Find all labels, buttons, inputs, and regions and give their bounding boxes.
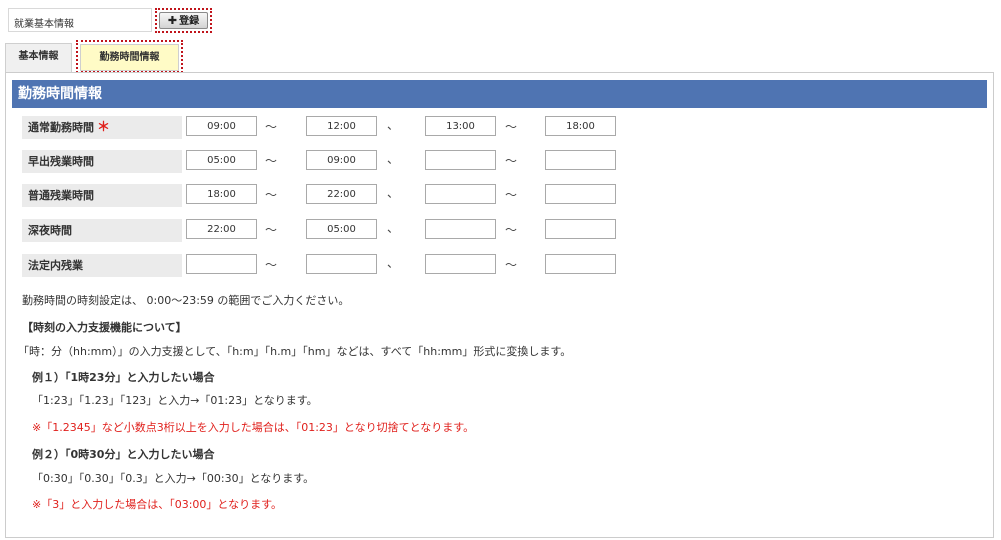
end-time-2-input[interactable] [545,219,616,239]
tilde-separator: ～ [505,120,518,134]
start-time-2-input[interactable] [425,184,496,204]
register-label: 登録 [179,16,200,27]
tilde-separator: ～ [505,258,518,272]
end-time-1-input[interactable] [306,254,377,274]
tilde-separator: ～ [505,223,518,237]
row-statutory-overtime: 法定内残業 ～ 、 ～ [22,254,722,278]
tilde-separator: ～ [265,223,278,237]
start-time-1-input[interactable] [186,254,257,274]
row-label: 深夜時間 [22,219,182,242]
tab-highlight: 勤務時間情報 [76,40,183,73]
start-time-2-input[interactable] [425,254,496,274]
end-time-2-input[interactable] [545,184,616,204]
example1-body: 「1:23」「1.23」「123」と入力→「01:23」となります。 [32,394,318,407]
tab-basic-info[interactable]: 基本情報 [5,43,72,72]
range-note: 勤務時間の時刻設定は、 0:00～23:59 の範囲でご入力ください。 [22,294,350,307]
example2-title: 例２）「0時30分」と入力したい場合 [32,448,215,461]
end-time-1-input[interactable] [306,116,377,136]
end-time-1-input[interactable] [306,219,377,239]
start-time-2-input[interactable] [425,150,496,170]
row-regular-hours: 通常勤務時間＊ ～ 、 ～ [22,116,722,140]
end-time-1-input[interactable] [306,184,377,204]
tilde-separator: ～ [265,120,278,134]
plus-icon: ✚ [167,14,178,27]
tab-work-hours[interactable]: 勤務時間情報 [80,44,179,71]
row-late-night: 深夜時間 ～ 、 ～ [22,219,722,243]
row-label: 法定内残業 [22,254,182,277]
tilde-separator: ～ [505,154,518,168]
comma-separator: 、 [387,256,400,270]
tilde-separator: ～ [505,188,518,202]
row-label: 通常勤務時間＊ [22,116,182,139]
end-time-2-input[interactable] [545,254,616,274]
required-mark: ＊ [97,120,111,135]
tilde-separator: ～ [265,188,278,202]
row-label: 早出残業時間 [22,150,182,173]
start-time-1-input[interactable] [186,116,257,136]
start-time-2-input[interactable] [425,116,496,136]
start-time-1-input[interactable] [186,184,257,204]
start-time-1-input[interactable] [186,219,257,239]
row-label-text: 通常勤務時間 [28,121,94,134]
row-normal-overtime: 普通残業時間 ～ 、 ～ [22,184,722,208]
tilde-separator: ～ [265,154,278,168]
row-early-overtime: 早出残業時間 ～ 、 ～ [22,150,722,174]
row-label: 普通残業時間 [22,184,182,207]
help-intro: 「時：分（hh:mm）」の入力支援として、「h:m」「h.m」「hm」などは、す… [18,345,572,358]
end-time-2-input[interactable] [545,150,616,170]
start-time-1-input[interactable] [186,150,257,170]
comma-separator: 、 [387,118,400,132]
register-highlight: ✚ 登録 [155,8,212,33]
screen-title: 就業基本情報 [8,8,152,32]
example1-title: 例１）「1時23分」と入力したい場合 [32,371,215,384]
example1-warning: ※「1.2345」など小数点3桁以上を入力した場合は、「01:23」となり切捨て… [32,421,475,434]
work-hours-panel: 勤務時間情報 通常勤務時間＊ ～ 、 ～ 早出残業時間 ～ 、 ～ 普通残業時間… [5,72,994,538]
register-button[interactable]: ✚ 登録 [159,12,208,29]
end-time-2-input[interactable] [545,116,616,136]
example2-warning: ※「3」と入力した場合は、「03:00」となります。 [32,498,282,511]
example2-body: 「0:30」「0.30」「0.3」と入力→「00:30」となります。 [32,472,315,485]
help-heading: 【時刻の入力支援機能について】 [22,321,187,334]
section-title: 勤務時間情報 [12,80,987,108]
comma-separator: 、 [387,152,400,166]
comma-separator: 、 [387,186,400,200]
comma-separator: 、 [387,221,400,235]
start-time-2-input[interactable] [425,219,496,239]
end-time-1-input[interactable] [306,150,377,170]
tilde-separator: ～ [265,258,278,272]
